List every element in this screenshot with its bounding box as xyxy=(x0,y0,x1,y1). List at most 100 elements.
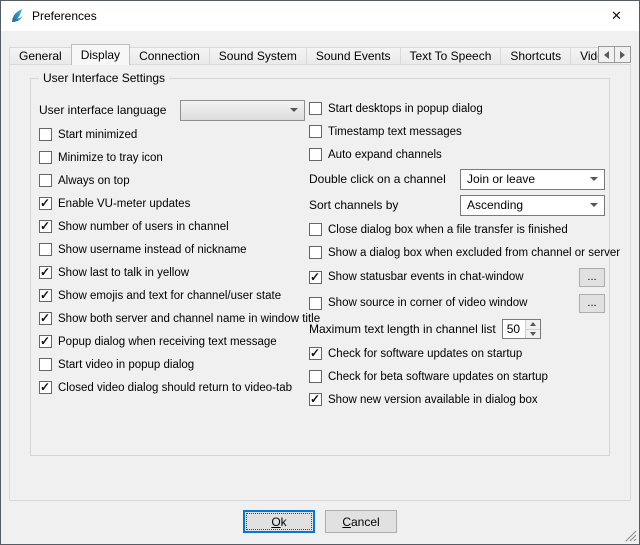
video-source-browse-button[interactable]: ... xyxy=(579,294,605,313)
max-text-length-label: Maximum text length in channel list xyxy=(309,322,496,336)
checkbox-box[interactable] xyxy=(39,335,52,348)
checkbox-label: Show new version available in dialog box xyxy=(328,394,538,406)
checkbox-show-username-instead[interactable]: Show username instead of nickname xyxy=(39,238,305,261)
checkbox-show-server-channel-title[interactable]: Show both server and channel name in win… xyxy=(39,307,305,330)
group-title: User Interface Settings xyxy=(39,71,169,85)
dialog-buttons: Ok Cancel xyxy=(1,510,639,533)
checkbox-label: Show username instead of nickname xyxy=(58,244,247,256)
arrow-down-icon xyxy=(530,332,536,336)
right-column: Start desktops in popup dialog Timestamp… xyxy=(309,97,605,411)
tab-display[interactable]: Display xyxy=(71,44,130,65)
checkbox-label: Enable VU-meter updates xyxy=(58,198,190,210)
checkbox-show-new-version[interactable]: Show new version available in dialog box xyxy=(309,388,605,411)
row-sort-channels: Sort channels by Ascending xyxy=(309,192,605,218)
tab-scroll-control xyxy=(598,46,631,63)
app-icon xyxy=(9,8,25,24)
checkbox-label: Show a dialog box when excluded from cha… xyxy=(328,247,620,259)
checkbox-show-dialog-excluded[interactable]: Show a dialog box when excluded from cha… xyxy=(309,241,605,264)
checkbox-box[interactable] xyxy=(39,312,52,325)
checkbox-box[interactable] xyxy=(309,148,322,161)
max-text-length-spinner[interactable]: 50 xyxy=(502,319,541,339)
max-text-length-value: 50 xyxy=(503,320,525,338)
statusbar-events-browse-button[interactable]: ... xyxy=(579,268,605,287)
checkbox-check-beta-updates[interactable]: Check for beta software updates on start… xyxy=(309,365,605,388)
double-click-combobox[interactable]: Join or leave xyxy=(460,169,605,190)
checkbox-box[interactable] xyxy=(39,220,52,233)
checkbox-statusbar-events[interactable]: Show statusbar events in chat-window ... xyxy=(309,264,605,290)
checkbox-box[interactable] xyxy=(39,174,52,187)
tab-text-to-speech[interactable]: Text To Speech xyxy=(400,47,502,65)
checkbox-label: Close dialog box when a file transfer is… xyxy=(328,224,568,236)
spin-up-button[interactable] xyxy=(526,320,540,329)
checkbox-label: Show source in corner of video window xyxy=(328,297,527,309)
window-title: Preferences xyxy=(32,9,97,23)
arrow-up-icon xyxy=(530,322,536,326)
tab-sound-events[interactable]: Sound Events xyxy=(306,47,401,65)
checkbox-box[interactable] xyxy=(39,128,52,141)
resize-grip[interactable] xyxy=(624,529,637,542)
checkbox-start-desktops-popup[interactable]: Start desktops in popup dialog xyxy=(309,97,605,120)
checkbox-show-emojis-text[interactable]: Show emojis and text for channel/user st… xyxy=(39,284,305,307)
checkbox-box[interactable] xyxy=(309,246,322,259)
checkbox-timestamp-messages[interactable]: Timestamp text messages xyxy=(309,120,605,143)
checkbox-box[interactable] xyxy=(309,370,322,383)
checkbox-box[interactable] xyxy=(309,347,322,360)
cancel-button[interactable]: Cancel xyxy=(325,510,397,533)
checkbox-label: Minimize to tray icon xyxy=(58,152,163,164)
checkbox-box[interactable] xyxy=(309,297,322,310)
checkbox-auto-expand-channels[interactable]: Auto expand channels xyxy=(309,143,605,166)
checkbox-label: Show both server and channel name in win… xyxy=(58,313,320,325)
checkbox-box[interactable] xyxy=(309,102,322,115)
checkbox-box[interactable] xyxy=(309,125,322,138)
tab-shortcuts[interactable]: Shortcuts xyxy=(500,47,571,65)
checkbox-box[interactable] xyxy=(39,197,52,210)
checkbox-label: Start desktops in popup dialog xyxy=(328,103,483,115)
sort-channels-combobox[interactable]: Ascending xyxy=(460,195,605,216)
tab-scroll-right-button[interactable] xyxy=(614,46,631,63)
checkbox-video-source-corner[interactable]: Show source in corner of video window ..… xyxy=(309,290,605,316)
language-combobox[interactable] xyxy=(180,100,305,121)
checkbox-box[interactable] xyxy=(39,381,52,394)
row-max-text-length: Maximum text length in channel list 50 xyxy=(309,316,605,342)
cancel-button-label: Cancel xyxy=(326,515,396,529)
row-user-interface-language: User interface language xyxy=(39,97,305,123)
checkbox-start-video-popup[interactable]: Start video in popup dialog xyxy=(39,353,305,376)
tab-sound-system[interactable]: Sound System xyxy=(209,47,307,65)
display-tab-page: User Interface Settings User interface l… xyxy=(9,64,631,501)
checkbox-box[interactable] xyxy=(309,223,322,236)
checkbox-show-last-to-talk[interactable]: Show last to talk in yellow xyxy=(39,261,305,284)
checkbox-always-on-top[interactable]: Always on top xyxy=(39,169,305,192)
double-click-label: Double click on a channel xyxy=(309,172,446,186)
checkbox-popup-dialog-text-message[interactable]: Popup dialog when receiving text message xyxy=(39,330,305,353)
sort-channels-value: Ascending xyxy=(467,198,523,212)
checkbox-start-minimized[interactable]: Start minimized xyxy=(39,123,305,146)
checkbox-box[interactable] xyxy=(39,151,52,164)
checkbox-minimize-to-tray[interactable]: Minimize to tray icon xyxy=(39,146,305,169)
checkbox-label: Start minimized xyxy=(58,129,137,141)
checkbox-box[interactable] xyxy=(39,266,52,279)
checkbox-box[interactable] xyxy=(39,289,52,302)
checkbox-closed-video-return[interactable]: Closed video dialog should return to vid… xyxy=(39,376,305,399)
checkbox-label: Show last to talk in yellow xyxy=(58,267,189,279)
checkbox-label: Start video in popup dialog xyxy=(58,359,194,371)
checkbox-show-number-of-users[interactable]: Show number of users in channel xyxy=(39,215,305,238)
checkbox-enable-vu-meter[interactable]: Enable VU-meter updates xyxy=(39,192,305,215)
sort-channels-label: Sort channels by xyxy=(309,198,398,212)
checkbox-box[interactable] xyxy=(309,271,322,284)
double-click-value: Join or leave xyxy=(467,172,535,186)
ok-button[interactable]: Ok xyxy=(243,510,315,533)
close-button[interactable]: ✕ xyxy=(594,1,639,31)
spin-down-button[interactable] xyxy=(526,329,540,339)
checkbox-label: Closed video dialog should return to vid… xyxy=(58,382,292,394)
checkbox-box[interactable] xyxy=(309,393,322,406)
checkbox-box[interactable] xyxy=(39,358,52,371)
tab-bar: General Display Connection Sound System … xyxy=(9,44,631,65)
checkbox-box[interactable] xyxy=(39,243,52,256)
checkbox-close-dialog-file-transfer[interactable]: Close dialog box when a file transfer is… xyxy=(309,218,605,241)
tab-general[interactable]: General xyxy=(9,47,72,65)
titlebar: Preferences ✕ xyxy=(1,1,639,31)
chevron-down-icon xyxy=(590,203,598,207)
tab-scroll-left-button[interactable] xyxy=(598,46,615,63)
tab-connection[interactable]: Connection xyxy=(129,47,210,65)
checkbox-check-software-updates[interactable]: Check for software updates on startup xyxy=(309,342,605,365)
